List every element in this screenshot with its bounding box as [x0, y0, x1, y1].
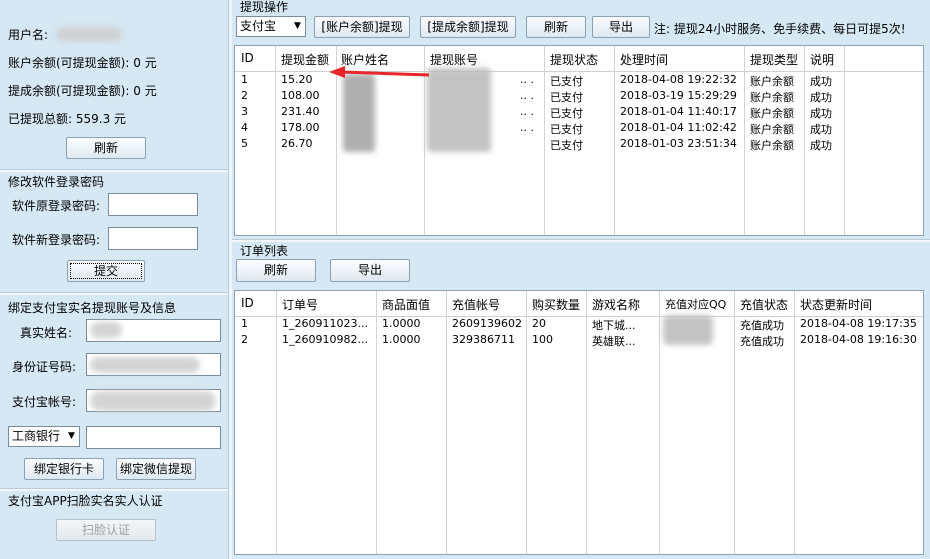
column-header: ID: [241, 296, 254, 310]
new-password-label: 软件新登录密码:: [12, 233, 101, 247]
column-header: 充值状态: [740, 298, 789, 312]
divider: [232, 239, 930, 242]
divider: [0, 488, 228, 491]
column-header: 购买数量: [532, 298, 581, 312]
submit-password-button[interactable]: 提交: [67, 260, 145, 282]
orders-refresh-button[interactable]: 刷新: [236, 259, 316, 282]
red-arrow-icon: [329, 66, 430, 78]
withdraw-commission-button[interactable]: [提成余额]提现: [420, 16, 516, 38]
face-auth-section-title: 支付宝APP扫脸实名实人认证: [8, 494, 163, 508]
total-withdrawn-label: 已提现总额: 559.3 元: [8, 112, 127, 126]
face-scan-button[interactable]: 扫脸认证: [56, 519, 156, 541]
real-name-redacted: [90, 322, 122, 338]
account-number-redacted: [427, 68, 491, 152]
withdraw-account-balance-button[interactable]: [账户余额]提现: [314, 16, 410, 38]
divider: [0, 169, 228, 172]
password-section-title: 修改软件登录密码: [8, 175, 105, 189]
column-header: 提现状态: [550, 53, 599, 67]
orders-export-button[interactable]: 导出: [330, 259, 410, 282]
withdraw-export-button[interactable]: 导出: [592, 16, 650, 38]
column-header: 商品面值: [382, 298, 431, 312]
column-header: 充值对应QQ: [665, 298, 727, 311]
column-header: 提现类型: [750, 53, 799, 67]
total-withdrawn-value: 559.3 元: [75, 112, 127, 126]
bind-wechat-button[interactable]: 绑定微信提现: [116, 458, 196, 480]
column-header: 状态更新时间: [800, 298, 873, 312]
bank-select[interactable]: 工商银行 ▼: [8, 426, 80, 447]
column-header: 充值帐号: [452, 298, 501, 312]
column-header: 游戏名称: [592, 298, 641, 312]
real-name-label: 真实姓名:: [20, 326, 73, 340]
bind-bank-card-button[interactable]: 绑定银行卡: [24, 458, 104, 480]
column-header: 订单号: [282, 298, 319, 312]
column-header: ID: [241, 51, 254, 65]
username-label: 用户名:: [8, 28, 49, 42]
chevron-down-icon: ▼: [68, 431, 75, 441]
commission-balance-label: 提成余额(可提现金额): 0 元: [8, 84, 157, 98]
id-number-redacted: [90, 357, 200, 373]
panel-divider: [228, 0, 232, 559]
bank-card-input[interactable]: [86, 426, 221, 449]
bind-section-title: 绑定支付宝实名提现账号及信息: [8, 301, 177, 315]
divider: [0, 292, 228, 295]
withdraw-table[interactable]: ID 提现金额 账户姓名 提现账号 提现状态 处理时间 提现类型 说明 1 15…: [234, 45, 924, 236]
column-header: 提现金额: [281, 53, 330, 67]
bank-select-value: 工商银行: [12, 429, 61, 443]
old-password-input[interactable]: [108, 193, 198, 216]
withdraw-note: 注: 提现24小时服务、免手续费、每日可提5次!: [654, 22, 906, 36]
account-name-redacted: [343, 74, 375, 152]
alipay-account-label: 支付宝帐号:: [12, 395, 77, 409]
column-header: 提现账号: [430, 53, 479, 67]
column-header: 处理时间: [620, 53, 669, 67]
column-header: 说明: [810, 53, 835, 67]
old-password-label: 软件原登录密码:: [12, 199, 101, 213]
id-number-label: 身份证号码:: [12, 360, 77, 374]
username-redacted: [56, 27, 122, 41]
alipay-account-redacted: [90, 391, 216, 411]
commission-balance-value: 0 元: [133, 84, 157, 98]
chevron-down-icon: ▼: [294, 21, 301, 31]
withdraw-section-title: 提现操作: [240, 0, 289, 14]
orders-table[interactable]: ID 订单号 商品面值 充值帐号 购买数量 游戏名称 充值对应QQ 充值状态 状…: [234, 290, 924, 555]
account-refresh-button[interactable]: 刷新: [66, 137, 146, 159]
withdraw-refresh-button[interactable]: 刷新: [526, 16, 586, 38]
balance-label: 账户余额(可提现金额): 0 元: [8, 56, 157, 70]
left-panel: 用户名: 账户余额(可提现金额): 0 元 提成余额(可提现金额): 0 元 已…: [0, 0, 228, 559]
balance-value: 0 元: [133, 56, 157, 70]
withdraw-method-value: 支付宝: [240, 19, 277, 33]
withdraw-method-select[interactable]: 支付宝 ▼: [236, 16, 306, 37]
new-password-input[interactable]: [108, 227, 198, 250]
qq-redacted: [663, 315, 713, 345]
orders-section-title: 订单列表: [240, 244, 289, 258]
